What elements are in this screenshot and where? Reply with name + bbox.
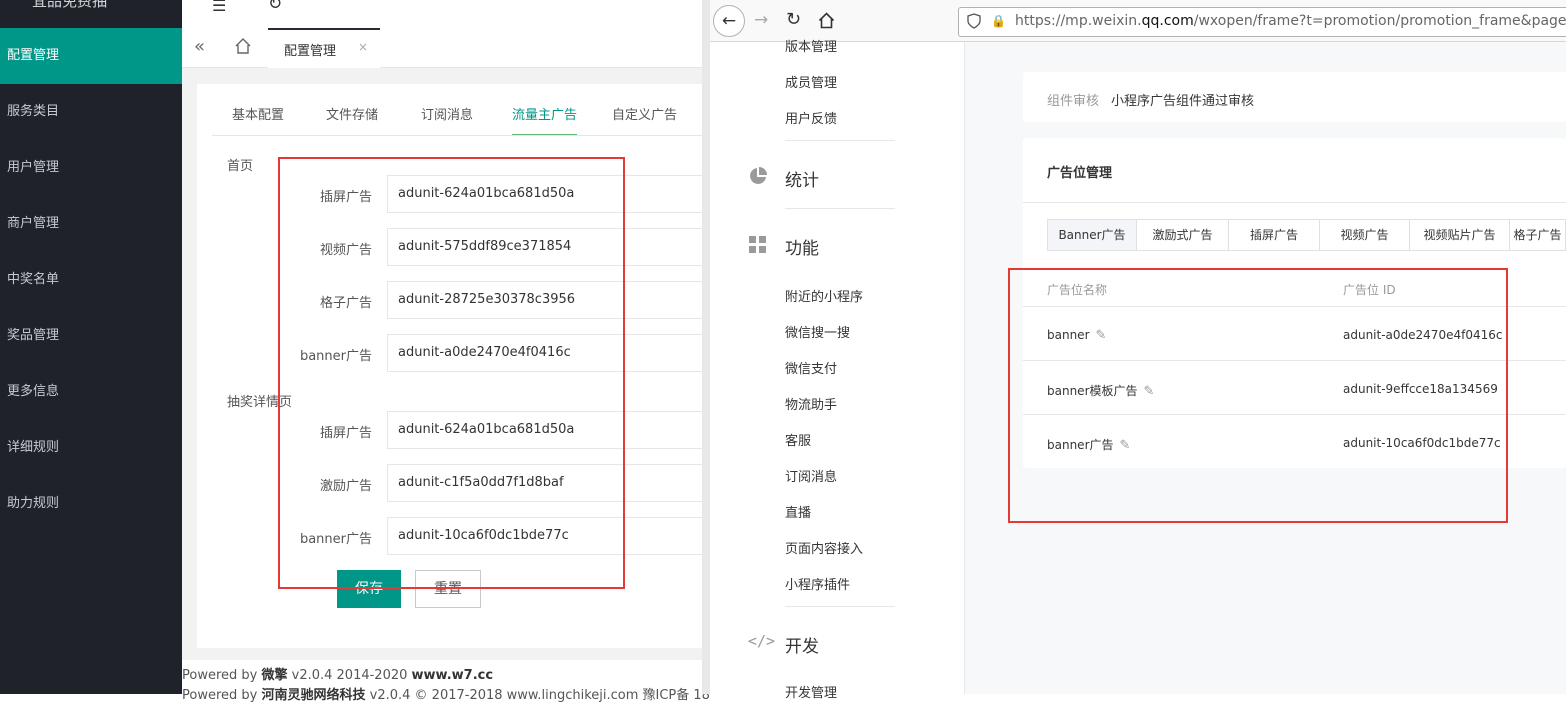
- nav-item-more-info[interactable]: 更多信息: [0, 364, 182, 420]
- url-path: /wxopen/frame?t=promotion/promotion_fram…: [1193, 13, 1566, 29]
- wx-menu-version[interactable]: 版本管理: [785, 36, 837, 55]
- wx-menu-feedback[interactable]: 用户反馈: [785, 108, 837, 127]
- wx-menu-dev-manage[interactable]: 开发管理: [785, 682, 837, 701]
- nav-item-prizes[interactable]: 奖品管理: [0, 308, 182, 364]
- footer-site-link[interactable]: www.w7.cc: [412, 668, 494, 683]
- menu-collapse-icon[interactable]: ☰: [212, 0, 226, 15]
- wx-menu-search[interactable]: 微信搜一搜: [785, 322, 850, 341]
- footer-line-1: Powered by 微擎 v2.0.4 2014-2020 www.w7.cc: [182, 664, 493, 683]
- wx-menu-logistics[interactable]: 物流助手: [785, 394, 837, 413]
- code-icon: </>: [748, 632, 776, 650]
- footer-version: v2.0.4 2014-2020: [287, 668, 412, 683]
- card-divider: [1023, 202, 1566, 203]
- wx-separator: [785, 606, 895, 607]
- footer-brand: 微擎: [261, 668, 288, 683]
- window-divider: [702, 0, 710, 694]
- tabs-scroll-left-icon[interactable]: «: [194, 36, 205, 57]
- subtab-custom-ads[interactable]: 自定义广告: [612, 104, 677, 136]
- footer-rest: v2.0.4 © 2017-2018 www.lingchikeji.com 豫…: [365, 688, 710, 703]
- wx-menu-subscribe[interactable]: 订阅消息: [785, 466, 837, 485]
- highlight-box: [278, 157, 625, 589]
- footer-prefix: Powered by: [182, 688, 262, 703]
- section-title-home: 首页: [227, 159, 254, 174]
- nav-item-winners[interactable]: 中奖名单: [0, 252, 182, 308]
- shield-icon[interactable]: [967, 13, 981, 33]
- wx-menu-plugins[interactable]: 小程序插件: [785, 574, 850, 593]
- ad-tab-grid[interactable]: 格子广告: [1509, 219, 1566, 251]
- url-field[interactable]: 🔒 https://mp.weixin.qq.com/wxopen/frame?…: [958, 7, 1566, 37]
- highlight-box: [1008, 268, 1508, 523]
- ad-manage-title: 广告位管理: [1047, 166, 1113, 181]
- nav-item-merchants[interactable]: 商户管理: [0, 196, 182, 252]
- refresh-icon[interactable]: ↻: [268, 0, 282, 14]
- wx-menu-content-access[interactable]: 页面内容接入: [785, 538, 863, 557]
- reload-icon[interactable]: ↻: [786, 9, 801, 30]
- wx-group-functions[interactable]: 功能: [785, 234, 819, 259]
- admin-sidebar: 宜品免费抽 配置管理 服务类目 用户管理 商户管理 中奖名单 奖品管理 更多信息…: [0, 0, 182, 694]
- footer-prefix: Powered by: [182, 668, 262, 683]
- subtab-divider: [212, 135, 702, 136]
- wx-menu-live[interactable]: 直播: [785, 502, 811, 521]
- home-icon[interactable]: [234, 37, 252, 59]
- nav-item-rules[interactable]: 详细规则: [0, 420, 182, 476]
- brand-title: 宜品免费抽: [32, 0, 108, 10]
- subtab-storage[interactable]: 文件存储: [326, 104, 378, 136]
- tab-config-label: 配置管理: [284, 44, 337, 59]
- ad-tab-banner[interactable]: Banner广告: [1047, 219, 1137, 251]
- forward-icon[interactable]: →: [754, 10, 768, 30]
- tab-config[interactable]: 配置管理 ×: [268, 28, 380, 68]
- wx-group-dev[interactable]: 开发: [785, 632, 819, 657]
- home-icon[interactable]: [818, 12, 835, 33]
- lock-icon[interactable]: 🔒: [991, 14, 1006, 28]
- ad-tab-video-patch[interactable]: 视频贴片广告: [1409, 219, 1510, 251]
- subtab-traffic-ads[interactable]: 流量主广告: [512, 104, 578, 136]
- close-icon[interactable]: ×: [358, 40, 368, 54]
- url-domain: qq.com: [1141, 13, 1194, 29]
- wx-group-stats[interactable]: 统计: [785, 166, 819, 191]
- back-icon[interactable]: ←: [713, 5, 745, 37]
- grid-icon: [748, 235, 768, 255]
- nav-item-config[interactable]: 配置管理: [0, 28, 182, 84]
- wx-menu-nearby[interactable]: 附近的小程序: [785, 286, 863, 305]
- subtab-basic[interactable]: 基本配置: [232, 104, 284, 136]
- footer-company: 河南灵驰网络科技: [261, 688, 366, 703]
- wx-menu-pay[interactable]: 微信支付: [785, 358, 837, 377]
- admin-topbar: ☰ ↻: [182, 0, 702, 28]
- pie-chart-icon: [748, 166, 768, 186]
- ad-tab-video[interactable]: 视频广告: [1319, 219, 1410, 251]
- nav-item-assist-rules[interactable]: 助力规则: [0, 476, 182, 532]
- admin-tabbar: « 配置管理 ×: [182, 28, 702, 68]
- ad-tab-rewarded[interactable]: 激励式广告: [1136, 219, 1229, 251]
- url-host: https://mp.weixin.: [1015, 13, 1142, 29]
- nav-item-categories[interactable]: 服务类目: [0, 84, 182, 140]
- nav-item-users[interactable]: 用户管理: [0, 140, 182, 196]
- review-label: 组件审核: [1047, 94, 1100, 109]
- wx-menu-members[interactable]: 成员管理: [785, 72, 837, 91]
- browser-toolbar: ← → ↻ 🔒 https://mp.weixin.qq.com/wxopen/…: [710, 0, 1566, 42]
- wx-menu-service[interactable]: 客服: [785, 430, 811, 449]
- ad-tab-interstitial[interactable]: 插屏广告: [1228, 219, 1320, 251]
- wx-separator: [785, 208, 895, 209]
- url-text: https://mp.weixin.qq.com/wxopen/frame?t=…: [1015, 13, 1566, 29]
- subtab-subscribe[interactable]: 订阅消息: [421, 104, 473, 136]
- review-card: 组件审核 小程序广告组件通过审核: [1023, 72, 1566, 122]
- wx-separator: [785, 140, 895, 141]
- review-value: 小程序广告组件通过审核: [1111, 94, 1255, 109]
